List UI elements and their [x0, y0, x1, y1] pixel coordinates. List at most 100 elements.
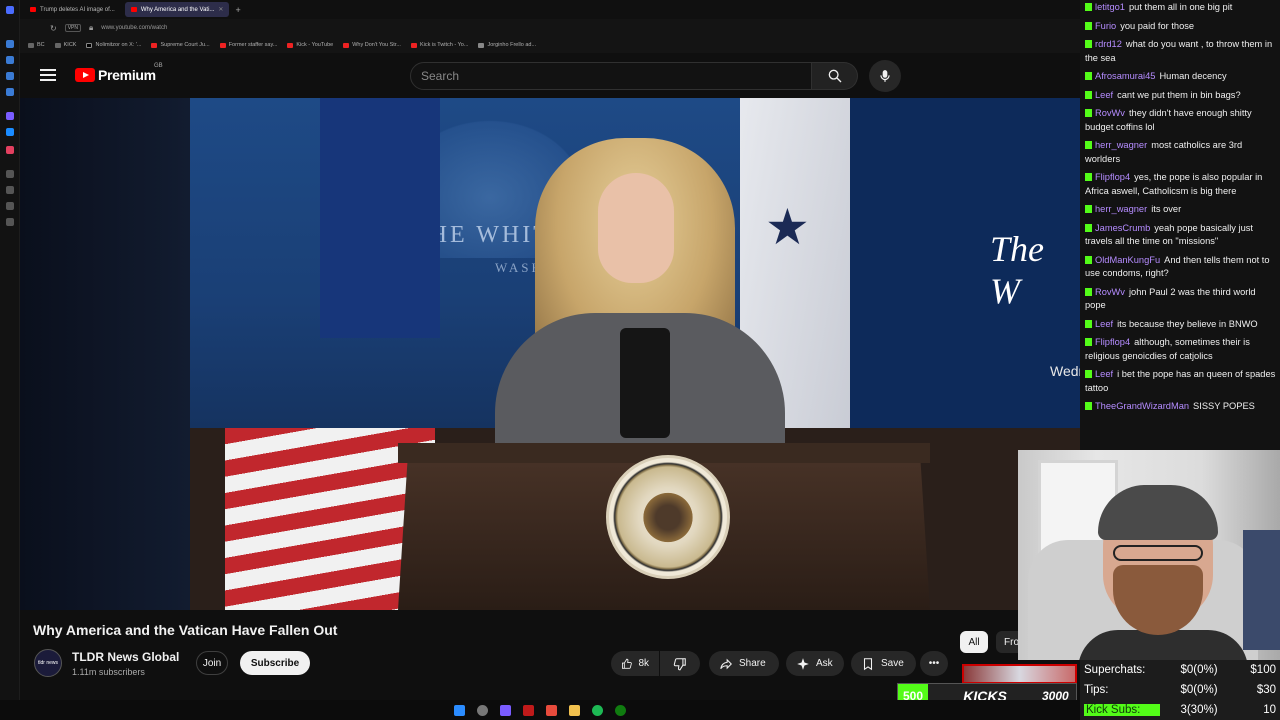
- kick-badge-icon: [1085, 223, 1092, 232]
- like-button[interactable]: 8k: [611, 651, 659, 676]
- bookmark-label: Why Don't You Str...: [352, 42, 401, 48]
- bookmark-item[interactable]: Former staffer say...: [219, 42, 278, 48]
- region-badge: GB: [154, 63, 163, 69]
- vpn-badge[interactable]: VPN: [64, 24, 81, 32]
- bookmark-item[interactable]: Supreme Court Ju...: [151, 42, 210, 48]
- youtube-play-icon: [75, 68, 95, 82]
- chat-username: Leef: [1095, 318, 1114, 329]
- goal-target: 10: [1263, 704, 1276, 716]
- bookmark-item[interactable]: Why Don't You Str...: [343, 42, 401, 48]
- join-button[interactable]: Join: [196, 651, 228, 675]
- subscriber-count: 1.11m subscribers: [72, 667, 145, 677]
- kick-badge-icon: [1085, 205, 1092, 213]
- goal-value: $0(0%): [1180, 684, 1218, 696]
- bookmark-item[interactable]: Kick is Twitch - Yo...: [410, 42, 469, 48]
- chat-username: Leef: [1095, 89, 1114, 100]
- browser-tab[interactable]: Trump deletes AI image of...: [24, 2, 121, 17]
- chat-username: RovWv: [1095, 108, 1125, 118]
- bookmark-label: Former staffer say...: [228, 42, 278, 48]
- tab-label: Why America and the Vati...: [140, 6, 215, 13]
- goal-label: Superchats:: [1084, 664, 1146, 676]
- globe-icon: [478, 42, 485, 48]
- chat-username: OldManKungFu: [1095, 254, 1161, 265]
- kick-badge-icon: [1085, 21, 1092, 30]
- chat-message: Furio you paid for those: [1085, 20, 1276, 34]
- windows-start-icon[interactable]: [454, 704, 465, 716]
- sidebar-tool-icon[interactable]: [6, 170, 14, 178]
- menu-icon[interactable]: [40, 69, 56, 81]
- youtube-logo-text: Premium: [98, 67, 156, 83]
- search-input[interactable]: [421, 69, 811, 83]
- bookmark-item[interactable]: Nolimitzor on X: '...: [86, 42, 141, 48]
- kick-badge-icon: [1085, 319, 1092, 328]
- us-flag-canton: [320, 98, 440, 338]
- sidebar-app-icon[interactable]: [6, 88, 14, 96]
- discord-icon[interactable]: [500, 704, 511, 716]
- messenger-icon[interactable]: [6, 112, 14, 120]
- chat-username: herr_wagner: [1095, 140, 1148, 150]
- seal-eagle: [638, 490, 698, 545]
- bookmark-label: Kick is Twitch - Yo...: [419, 42, 469, 48]
- kick-badge-icon: [1085, 402, 1092, 410]
- save-button[interactable]: Save: [851, 651, 916, 676]
- subscribe-button[interactable]: Subscribe: [240, 651, 310, 675]
- kick-badge-icon: [1085, 338, 1092, 346]
- folder-icon[interactable]: [569, 704, 580, 716]
- chat-message: Leef its because they believe in BNWO: [1085, 318, 1276, 332]
- url-field[interactable]: www.youtube.com/watch: [101, 25, 167, 31]
- ask-label: Ask: [816, 658, 833, 669]
- reload-icon[interactable]: ↻: [50, 24, 57, 33]
- bookmark-item[interactable]: Kick - YouTube: [287, 42, 333, 48]
- channel-name[interactable]: TLDR News Global: [72, 650, 179, 664]
- bookmark-item[interactable]: Jorginho Frello ad...: [478, 42, 536, 48]
- video-letterbox: [20, 98, 190, 610]
- chat-message: rdrd12 what do you want , to throw them i…: [1085, 38, 1276, 65]
- bookmark-item[interactable]: KICK: [54, 42, 76, 48]
- kick-badge-icon: [1085, 141, 1092, 149]
- chat-username: Flipflop4: [1095, 172, 1131, 182]
- goal-row: Superchats: $0(0%) $100: [1084, 660, 1276, 680]
- close-tab-icon[interactable]: ✕: [218, 6, 223, 13]
- video-player[interactable]: THE WHITE HOUSE WASHINGTON ★ The W Wedne: [20, 98, 1080, 610]
- chat-username: JamesCrumb: [1095, 222, 1151, 233]
- chat-message: Flipflop4 although, sometimes their is re…: [1085, 336, 1276, 363]
- search-icon[interactable]: [477, 704, 488, 716]
- chat-text: its over: [1151, 204, 1182, 214]
- settings-icon[interactable]: [6, 218, 14, 226]
- bookmark-icon: [863, 657, 873, 670]
- goal-value: 3(30%): [1180, 704, 1218, 716]
- new-tab-button[interactable]: +: [235, 5, 240, 15]
- channel-avatar[interactable]: tldr news: [34, 649, 62, 677]
- voice-search-button[interactable]: [869, 60, 901, 92]
- chat-username: Afrosamurai45: [1095, 71, 1156, 81]
- spotify-icon[interactable]: [592, 704, 603, 716]
- instagram-icon[interactable]: [6, 146, 14, 154]
- sidebar-tool-icon[interactable]: [6, 202, 14, 210]
- chat-text: put them all in one big pit: [1128, 2, 1233, 12]
- chat-username: TheeGrandWizardMan: [1095, 401, 1190, 411]
- filter-chip-all[interactable]: All: [960, 631, 988, 653]
- more-actions-button[interactable]: •••: [920, 651, 948, 676]
- speaker-top: [620, 328, 670, 438]
- ask-button[interactable]: Ask: [786, 651, 844, 676]
- browser-side-rail: [0, 0, 20, 700]
- opera-icon[interactable]: [523, 704, 534, 716]
- chat-message: Flipflop4 yes, the pope is also popular i…: [1085, 171, 1276, 198]
- sidebar-tool-icon[interactable]: [6, 186, 14, 194]
- browser-tab-active[interactable]: Why America and the Vati... ✕: [124, 2, 230, 17]
- sidebar-app-icon[interactable]: [6, 72, 14, 80]
- share-button[interactable]: Share: [709, 651, 779, 676]
- chat-text: its because they believe in BNWO: [1117, 318, 1258, 329]
- sidebar-app-icon[interactable]: [6, 40, 14, 48]
- chat-username: Leef: [1095, 369, 1114, 379]
- sidebar-app-icon[interactable]: [6, 56, 14, 64]
- xbox-icon[interactable]: [615, 704, 626, 716]
- dislike-button[interactable]: [660, 651, 700, 676]
- chat-message: JamesCrumb yeah pope basically just trave…: [1085, 222, 1276, 249]
- messenger-icon[interactable]: [6, 128, 14, 136]
- youtube-logo[interactable]: Premium: [75, 67, 156, 83]
- chrome-icon[interactable]: [546, 704, 557, 716]
- search-button[interactable]: [812, 62, 858, 90]
- bookmark-item[interactable]: BC: [28, 42, 45, 48]
- kick-badge-icon: [1085, 40, 1092, 48]
